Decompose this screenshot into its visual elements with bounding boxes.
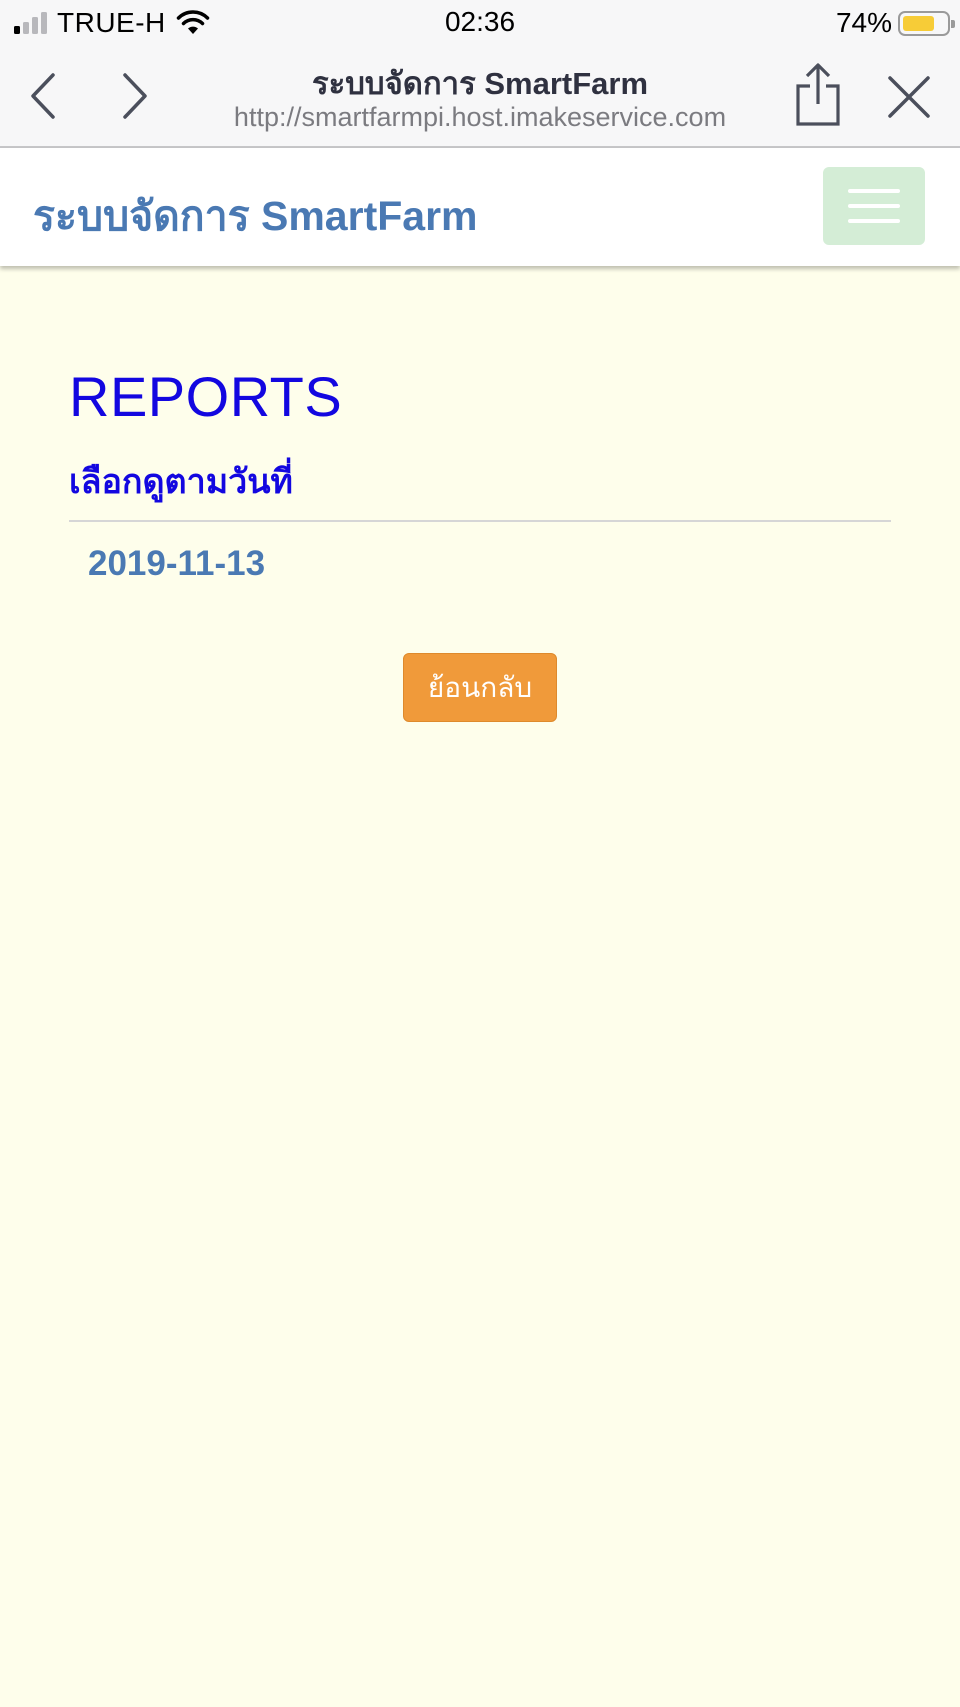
- forward-icon: [123, 73, 147, 119]
- hamburger-icon-line: [848, 204, 900, 208]
- page-subtitle: เลือกดูตามวันที่: [69, 463, 293, 501]
- report-date-link[interactable]: 2019-11-13: [88, 544, 265, 584]
- forward-button[interactable]: [110, 68, 160, 124]
- status-time: 02:36: [444, 6, 516, 37]
- battery-cap: [951, 19, 955, 28]
- back-page-button[interactable]: ย้อนกลับ: [403, 653, 557, 722]
- status-right: 74%: [835, 6, 955, 40]
- hamburger-icon-line: [848, 219, 900, 223]
- browser-nav-bar: ระบบจัดการ SmartFarm http://smartfarmpi.…: [0, 46, 960, 148]
- browser-url[interactable]: http://smartfarmpi.host.imakeservice.com: [180, 102, 780, 133]
- battery-percent: 74%: [835, 7, 892, 38]
- share-icon: [796, 63, 840, 126]
- status-bar: TRUE-H 02:36 74%: [0, 0, 960, 46]
- browser-title: ระบบจัดการ SmartFarm: [311, 66, 649, 101]
- hamburger-icon-line: [848, 189, 900, 193]
- brand-link[interactable]: ระบบจัดการ SmartFarm: [33, 184, 477, 249]
- share-button[interactable]: [788, 60, 848, 130]
- battery-icon: [898, 10, 955, 36]
- battery-level: [903, 15, 934, 31]
- menu-toggle-button[interactable]: [823, 167, 925, 245]
- back-icon: [31, 73, 55, 119]
- close-button[interactable]: [880, 68, 938, 126]
- divider: [69, 520, 891, 522]
- close-icon: [888, 76, 930, 118]
- site-header: ระบบจัดการ SmartFarm: [0, 148, 960, 266]
- back-button[interactable]: [18, 68, 68, 124]
- page-title: REPORTS: [69, 365, 343, 428]
